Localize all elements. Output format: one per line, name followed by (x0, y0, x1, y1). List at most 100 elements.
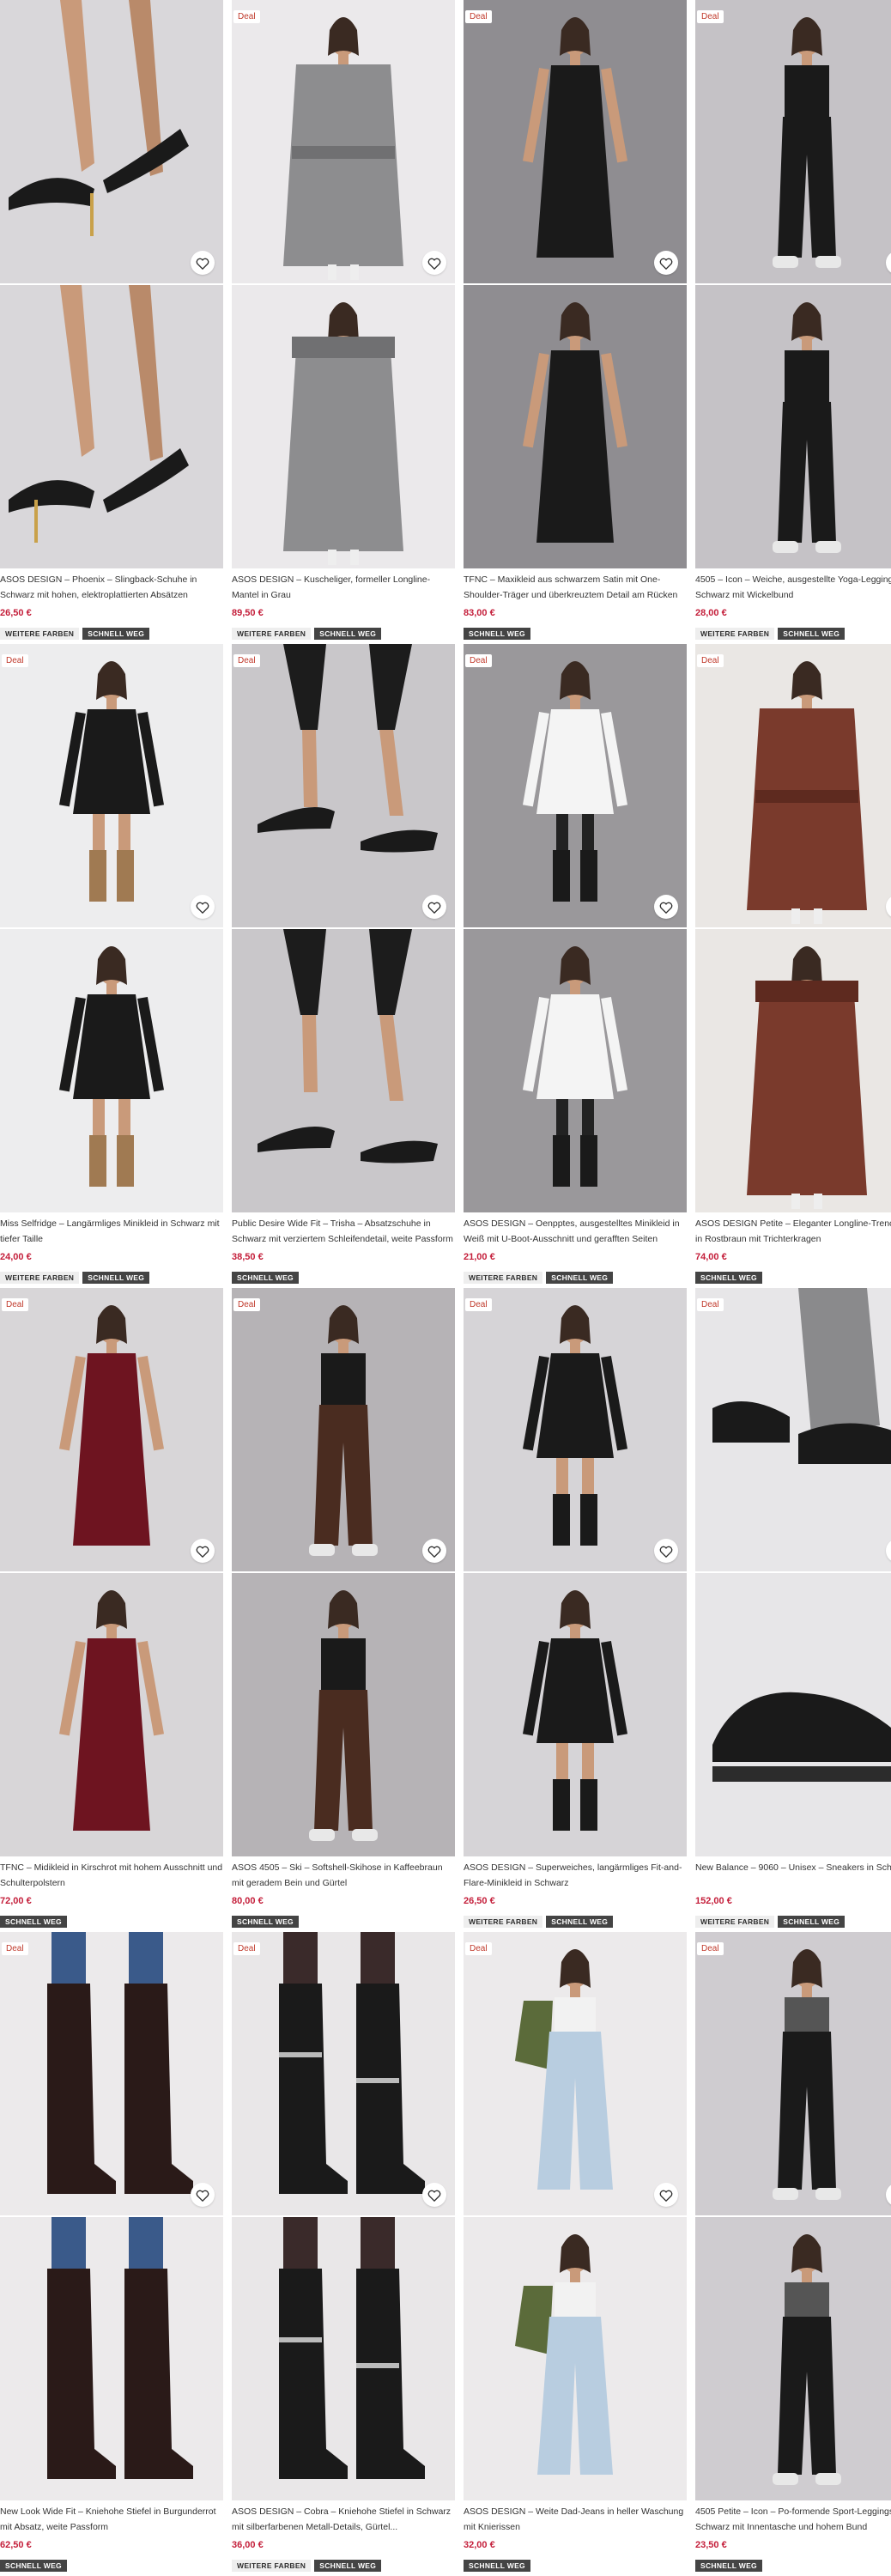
product-card[interactable]: Deal ASOS DESIGN – Weite Dad-Jeans in hel… (464, 1932, 687, 2576)
product-title[interactable]: ASOS 4505 – Ski – Softshell-Skihose in K… (232, 1860, 455, 1891)
product-card[interactable]: Deal ASOS DESIGN – Oenpptes, ausgestellte… (464, 644, 687, 1288)
product-card[interactable]: Deal ASOS DESIGN – Kuscheliger, formeller… (232, 0, 455, 644)
product-title[interactable]: TFNC – Maxikleid aus schwarzem Satin mit… (464, 572, 687, 603)
save-for-later-button[interactable] (422, 895, 446, 919)
product-card[interactable]: Deal 4505 – Icon – Weiche, ausgestellte Y… (695, 0, 891, 644)
selling-fast-tag: SCHNELL WEG (314, 628, 382, 640)
save-for-later-button[interactable] (191, 895, 215, 919)
product-image-alt[interactable] (0, 285, 223, 568)
product-price: 89,50 € (232, 608, 264, 618)
product-image[interactable] (232, 1932, 455, 2215)
product-image[interactable] (695, 1932, 891, 2215)
product-image-alt[interactable] (695, 2217, 891, 2500)
product-title[interactable]: Public Desire Wide Fit – Trisha – Absatz… (232, 1216, 455, 1247)
product-title[interactable]: ASOS DESIGN – Kuscheliger, formeller Lon… (232, 572, 455, 603)
product-image[interactable] (0, 0, 223, 283)
product-price: 23,50 € (695, 2540, 727, 2550)
deal-badge: Deal (465, 1298, 492, 1311)
product-image[interactable] (232, 644, 455, 927)
product-title[interactable]: ASOS DESIGN – Oenpptes, ausgestelltes Mi… (464, 1216, 687, 1247)
product-image-alt[interactable] (695, 285, 891, 568)
save-for-later-button[interactable] (191, 251, 215, 275)
product-image-alt[interactable] (0, 929, 223, 1212)
product-card[interactable]: Deal ASOS DESIGN – Superweiches, langärml… (464, 1288, 687, 1932)
save-for-later-button[interactable] (422, 251, 446, 275)
product-title[interactable]: Miss Selfridge – Langärmliges Minikleid … (0, 1216, 223, 1247)
product-image-alt[interactable] (464, 285, 687, 568)
product-card[interactable]: ASOS DESIGN – Phoenix – Slingback-Schuhe… (0, 0, 223, 644)
product-title[interactable]: ASOS DESIGN – Weite Dad-Jeans in heller … (464, 2504, 687, 2535)
product-image[interactable] (0, 644, 223, 927)
product-image[interactable] (464, 644, 687, 927)
deal-badge: Deal (697, 1942, 724, 1955)
heart-icon (427, 902, 441, 914)
product-card[interactable]: Deal TFNC – Maxikleid aus schwarzem Satin… (464, 0, 687, 644)
product-card[interactable]: Deal Miss Selfridge – Langärmliges Minikl… (0, 644, 223, 1288)
product-card[interactable]: Deal Public Desire Wide Fit – Trisha – Ab… (232, 644, 455, 1288)
product-info: ASOS DESIGN Petite – Eleganter Longline-… (695, 1216, 891, 1284)
save-for-later-button[interactable] (422, 2183, 446, 2207)
save-for-later-button[interactable] (654, 2183, 678, 2207)
product-info: TFNC – Maxikleid aus schwarzem Satin mit… (464, 572, 687, 640)
heart-icon (659, 902, 673, 914)
product-image-alt[interactable] (0, 2217, 223, 2500)
deal-badge: Deal (697, 10, 724, 23)
product-title[interactable]: 4505 Petite – Icon – Po-formende Sport-L… (695, 2504, 891, 2535)
product-title[interactable]: ASOS DESIGN – Cobra – Kniehohe Stiefel i… (232, 2504, 455, 2535)
product-title[interactable]: TFNC – Midikleid in Kirschrot mit hohem … (0, 1860, 223, 1891)
save-for-later-button[interactable] (191, 1539, 215, 1563)
heart-icon (659, 258, 673, 270)
product-image-alt[interactable] (464, 929, 687, 1212)
product-price: 152,00 € (695, 1896, 732, 1906)
heart-icon (427, 2190, 441, 2202)
save-for-later-button[interactable] (654, 251, 678, 275)
deal-badge: Deal (2, 1942, 28, 1955)
save-for-later-button[interactable] (191, 2183, 215, 2207)
product-tags: SCHNELL WEG (232, 1269, 455, 1284)
product-image[interactable] (464, 1288, 687, 1571)
product-title[interactable]: ASOS DESIGN – Superweiches, langärmliges… (464, 1860, 687, 1891)
product-title[interactable]: ASOS DESIGN Petite – Eleganter Longline-… (695, 1216, 891, 1247)
product-image-alt[interactable] (232, 929, 455, 1212)
product-image-alt[interactable] (464, 1573, 687, 1856)
product-image[interactable] (0, 1932, 223, 2215)
more-colors-tag: WEITERE FARBEN (0, 1272, 80, 1284)
product-image-alt[interactable] (232, 1573, 455, 1856)
product-card[interactable]: Deal New Look Wide Fit – Kniehohe Stiefel… (0, 1932, 223, 2576)
product-title[interactable]: New Balance – 9060 – Unisex – Sneakers i… (695, 1860, 891, 1891)
selling-fast-tag: SCHNELL WEG (464, 2560, 530, 2572)
product-tags: SCHNELL WEG (464, 625, 687, 640)
product-image-alt[interactable] (464, 2217, 687, 2500)
product-image[interactable] (695, 0, 891, 283)
product-title[interactable]: 4505 – Icon – Weiche, ausgestellte Yoga-… (695, 572, 891, 603)
product-title[interactable]: New Look Wide Fit – Kniehohe Stiefel in … (0, 2504, 223, 2535)
product-title[interactable]: ASOS DESIGN – Phoenix – Slingback-Schuhe… (0, 572, 223, 603)
save-for-later-button[interactable] (422, 1539, 446, 1563)
product-card[interactable]: Deal ASOS 4505 – Ski – Softshell-Skihose … (232, 1288, 455, 1932)
product-card[interactable]: Deal ASOS DESIGN – Cobra – Kniehohe Stief… (232, 1932, 455, 2576)
product-image-alt[interactable] (232, 2217, 455, 2500)
save-for-later-button[interactable] (654, 1539, 678, 1563)
heart-icon (196, 902, 209, 914)
product-card[interactable]: Deal 4505 Petite – Icon – Po-formende Spo… (695, 1932, 891, 2576)
product-image[interactable] (232, 0, 455, 283)
product-image[interactable] (232, 1288, 455, 1571)
product-info: Public Desire Wide Fit – Trisha – Absatz… (232, 1216, 455, 1284)
product-card[interactable]: Deal New Balance – 9060 – Unisex – Sneake… (695, 1288, 891, 1932)
selling-fast-tag: SCHNELL WEG (464, 628, 530, 640)
product-image-alt[interactable] (695, 1573, 891, 1856)
more-colors-tag: WEITERE FARBEN (0, 628, 80, 640)
product-image[interactable] (695, 1288, 891, 1571)
product-info: 4505 Petite – Icon – Po-formende Sport-L… (695, 2504, 891, 2572)
product-image[interactable] (695, 644, 891, 927)
product-card[interactable]: Deal TFNC – Midikleid in Kirschrot mit ho… (0, 1288, 223, 1932)
product-card[interactable]: Deal ASOS DESIGN Petite – Eleganter Longl… (695, 644, 891, 1288)
product-image[interactable] (0, 1288, 223, 1571)
product-image[interactable] (464, 0, 687, 283)
product-image-alt[interactable] (695, 929, 891, 1212)
save-for-later-button[interactable] (654, 895, 678, 919)
product-image[interactable] (464, 1932, 687, 2215)
product-image-alt[interactable] (0, 1573, 223, 1856)
product-image-alt[interactable] (232, 285, 455, 568)
product-tags: WEITERE FARBEN SCHNELL WEG (232, 625, 455, 640)
